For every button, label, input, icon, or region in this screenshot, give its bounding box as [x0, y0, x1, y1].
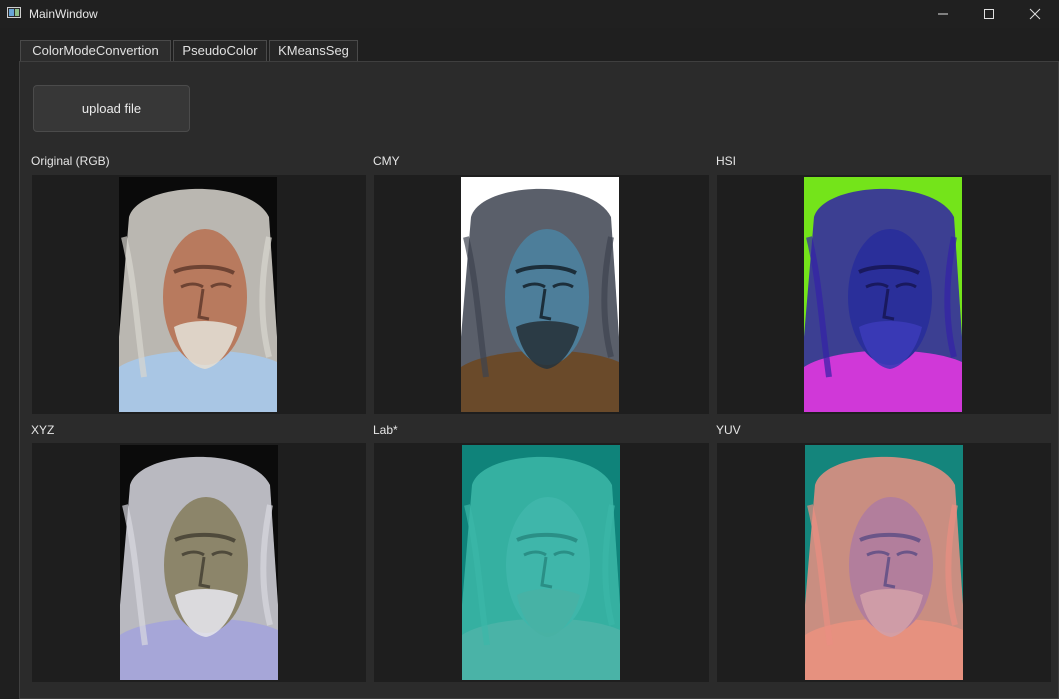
- tab-kmeansseg[interactable]: KMeansSeg: [269, 40, 358, 62]
- label-yuv: YUV: [716, 423, 741, 437]
- close-button[interactable]: [1012, 0, 1058, 28]
- maximize-button[interactable]: [966, 0, 1012, 28]
- xyz-image: [120, 445, 278, 680]
- yuv-image: [805, 445, 963, 680]
- app-icon: [7, 7, 21, 18]
- maximize-icon: [984, 9, 994, 19]
- label-cmy: CMY: [373, 154, 400, 168]
- original-rgb-image: [119, 177, 277, 412]
- label-lab: Lab*: [373, 423, 398, 437]
- minimize-icon: [938, 13, 948, 15]
- label-xyz: XYZ: [31, 423, 55, 437]
- minimize-button[interactable]: [920, 0, 966, 28]
- label-hsi: HSI: [716, 154, 737, 168]
- label-original-rgb: Original (RGB): [31, 154, 110, 168]
- tab-colormodeconvertion[interactable]: ColorModeConvertion: [20, 40, 171, 63]
- window-title: MainWindow: [29, 7, 98, 21]
- close-icon: [1029, 8, 1041, 20]
- title-bar: MainWindow: [0, 0, 1059, 28]
- lab-image: [462, 445, 620, 680]
- tab-pseudocolor[interactable]: PseudoColor: [173, 40, 267, 62]
- upload-file-button[interactable]: upload file: [33, 85, 190, 132]
- hsi-image: [804, 177, 962, 412]
- cmy-image: [461, 177, 619, 412]
